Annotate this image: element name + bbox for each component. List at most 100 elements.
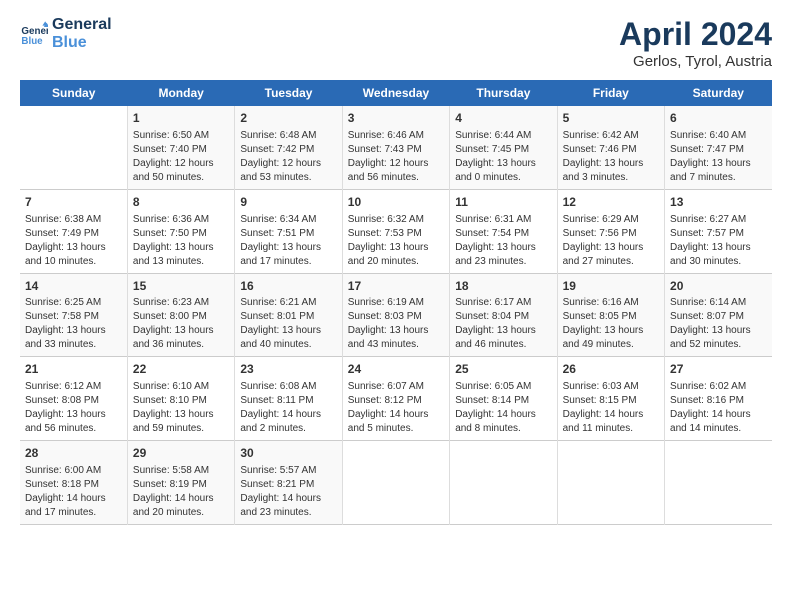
sunset-text: Sunset: 7:45 PM — [455, 143, 551, 157]
day-cell: 23Sunrise: 6:08 AMSunset: 8:11 PMDayligh… — [235, 357, 342, 441]
sunset-text: Sunset: 8:01 PM — [240, 310, 336, 324]
day-cell: 21Sunrise: 6:12 AMSunset: 8:08 PMDayligh… — [20, 357, 127, 441]
day-cell: 1Sunrise: 6:50 AMSunset: 7:40 PMDaylight… — [127, 106, 234, 189]
day-cell — [342, 441, 449, 525]
day-number: 12 — [563, 194, 659, 211]
sunrise-text: Sunrise: 6:48 AM — [240, 129, 336, 143]
sunrise-text: Sunrise: 6:00 AM — [25, 464, 122, 478]
day-number: 6 — [670, 110, 767, 127]
day-number: 27 — [670, 361, 767, 378]
calendar-table: SundayMondayTuesdayWednesdayThursdayFrid… — [20, 80, 772, 525]
daylight-text: Daylight: 13 hours and 49 minutes. — [563, 324, 659, 352]
sunrise-text: Sunrise: 6:42 AM — [563, 129, 659, 143]
day-number: 14 — [25, 278, 122, 295]
day-cell — [665, 441, 772, 525]
daylight-text: Daylight: 12 hours and 50 minutes. — [133, 157, 229, 185]
title-block: April 2024 Gerlos, Tyrol, Austria — [619, 16, 772, 70]
day-cell: 15Sunrise: 6:23 AMSunset: 8:00 PMDayligh… — [127, 273, 234, 357]
day-cell: 25Sunrise: 6:05 AMSunset: 8:14 PMDayligh… — [450, 357, 557, 441]
logo-general: General — [52, 16, 112, 34]
week-row-3: 14Sunrise: 6:25 AMSunset: 7:58 PMDayligh… — [20, 273, 772, 357]
sunset-text: Sunset: 7:54 PM — [455, 227, 551, 241]
col-header-tuesday: Tuesday — [235, 80, 342, 106]
sunset-text: Sunset: 7:46 PM — [563, 143, 659, 157]
col-header-sunday: Sunday — [20, 80, 127, 106]
day-cell: 14Sunrise: 6:25 AMSunset: 7:58 PMDayligh… — [20, 273, 127, 357]
daylight-text: Daylight: 14 hours and 23 minutes. — [240, 492, 336, 520]
day-number: 23 — [240, 361, 336, 378]
day-number: 24 — [348, 361, 444, 378]
daylight-text: Daylight: 14 hours and 20 minutes. — [133, 492, 229, 520]
daylight-text: Daylight: 13 hours and 36 minutes. — [133, 324, 229, 352]
sunrise-text: Sunrise: 6:23 AM — [133, 296, 229, 310]
day-cell — [557, 441, 664, 525]
day-number: 8 — [133, 194, 229, 211]
daylight-text: Daylight: 13 hours and 59 minutes. — [133, 408, 229, 436]
daylight-text: Daylight: 14 hours and 5 minutes. — [348, 408, 444, 436]
sunset-text: Sunset: 8:00 PM — [133, 310, 229, 324]
day-number: 19 — [563, 278, 659, 295]
day-cell: 22Sunrise: 6:10 AMSunset: 8:10 PMDayligh… — [127, 357, 234, 441]
sunrise-text: Sunrise: 6:03 AM — [563, 380, 659, 394]
sunrise-text: Sunrise: 6:08 AM — [240, 380, 336, 394]
daylight-text: Daylight: 13 hours and 43 minutes. — [348, 324, 444, 352]
day-cell: 11Sunrise: 6:31 AMSunset: 7:54 PMDayligh… — [450, 189, 557, 273]
day-number: 15 — [133, 278, 229, 295]
day-cell: 26Sunrise: 6:03 AMSunset: 8:15 PMDayligh… — [557, 357, 664, 441]
col-header-thursday: Thursday — [450, 80, 557, 106]
sunset-text: Sunset: 7:56 PM — [563, 227, 659, 241]
day-number: 7 — [25, 194, 122, 211]
sunrise-text: Sunrise: 6:02 AM — [670, 380, 767, 394]
sunset-text: Sunset: 7:57 PM — [670, 227, 767, 241]
page-container: General Blue General Blue April 2024 Ger… — [0, 0, 792, 535]
day-number: 1 — [133, 110, 229, 127]
day-cell: 4Sunrise: 6:44 AMSunset: 7:45 PMDaylight… — [450, 106, 557, 189]
daylight-text: Daylight: 14 hours and 2 minutes. — [240, 408, 336, 436]
daylight-text: Daylight: 14 hours and 17 minutes. — [25, 492, 122, 520]
col-header-wednesday: Wednesday — [342, 80, 449, 106]
daylight-text: Daylight: 13 hours and 0 minutes. — [455, 157, 551, 185]
logo-icon: General Blue — [20, 20, 48, 48]
sunrise-text: Sunrise: 6:38 AM — [25, 213, 122, 227]
sunrise-text: Sunrise: 6:17 AM — [455, 296, 551, 310]
sunset-text: Sunset: 8:21 PM — [240, 478, 336, 492]
day-cell: 12Sunrise: 6:29 AMSunset: 7:56 PMDayligh… — [557, 189, 664, 273]
daylight-text: Daylight: 13 hours and 33 minutes. — [25, 324, 122, 352]
sunrise-text: Sunrise: 6:34 AM — [240, 213, 336, 227]
daylight-text: Daylight: 13 hours and 46 minutes. — [455, 324, 551, 352]
sunset-text: Sunset: 8:18 PM — [25, 478, 122, 492]
day-cell: 6Sunrise: 6:40 AMSunset: 7:47 PMDaylight… — [665, 106, 772, 189]
calendar-header-row: SundayMondayTuesdayWednesdayThursdayFrid… — [20, 80, 772, 106]
day-cell: 18Sunrise: 6:17 AMSunset: 8:04 PMDayligh… — [450, 273, 557, 357]
sunrise-text: Sunrise: 6:25 AM — [25, 296, 122, 310]
day-cell: 10Sunrise: 6:32 AMSunset: 7:53 PMDayligh… — [342, 189, 449, 273]
day-number: 5 — [563, 110, 659, 127]
day-number: 9 — [240, 194, 336, 211]
sunset-text: Sunset: 8:07 PM — [670, 310, 767, 324]
day-cell: 13Sunrise: 6:27 AMSunset: 7:57 PMDayligh… — [665, 189, 772, 273]
daylight-text: Daylight: 13 hours and 52 minutes. — [670, 324, 767, 352]
day-number: 22 — [133, 361, 229, 378]
day-cell — [20, 106, 127, 189]
daylight-text: Daylight: 13 hours and 23 minutes. — [455, 241, 551, 269]
sunrise-text: Sunrise: 6:12 AM — [25, 380, 122, 394]
sunset-text: Sunset: 7:58 PM — [25, 310, 122, 324]
col-header-monday: Monday — [127, 80, 234, 106]
sunset-text: Sunset: 8:04 PM — [455, 310, 551, 324]
sunset-text: Sunset: 7:51 PM — [240, 227, 336, 241]
daylight-text: Daylight: 13 hours and 3 minutes. — [563, 157, 659, 185]
day-number: 25 — [455, 361, 551, 378]
daylight-text: Daylight: 13 hours and 13 minutes. — [133, 241, 229, 269]
sunset-text: Sunset: 8:08 PM — [25, 394, 122, 408]
day-number: 29 — [133, 445, 229, 462]
sunrise-text: Sunrise: 6:40 AM — [670, 129, 767, 143]
daylight-text: Daylight: 14 hours and 11 minutes. — [563, 408, 659, 436]
daylight-text: Daylight: 12 hours and 56 minutes. — [348, 157, 444, 185]
daylight-text: Daylight: 13 hours and 20 minutes. — [348, 241, 444, 269]
daylight-text: Daylight: 13 hours and 17 minutes. — [240, 241, 336, 269]
day-cell: 7Sunrise: 6:38 AMSunset: 7:49 PMDaylight… — [20, 189, 127, 273]
day-cell: 8Sunrise: 6:36 AMSunset: 7:50 PMDaylight… — [127, 189, 234, 273]
sunset-text: Sunset: 8:19 PM — [133, 478, 229, 492]
sunrise-text: Sunrise: 6:10 AM — [133, 380, 229, 394]
header: General Blue General Blue April 2024 Ger… — [20, 16, 772, 70]
